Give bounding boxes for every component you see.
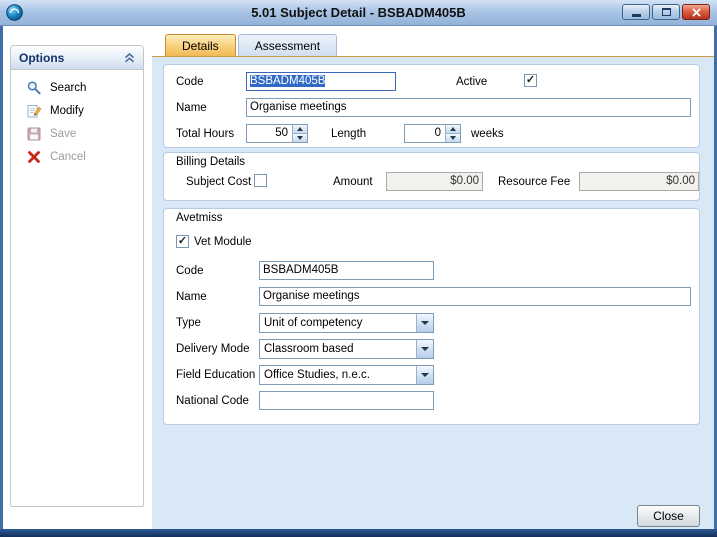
check-icon: ✓ [178, 236, 187, 247]
delivery-mode-select[interactable]: Classroom based [259, 339, 434, 359]
amount-input: $0.00 [386, 172, 483, 191]
name-label: Name [176, 102, 207, 114]
tabstrip: Details Assessment [152, 26, 714, 57]
sidebar: Options Search [3, 26, 152, 529]
cancel-icon [26, 149, 42, 165]
avetmiss-name-input[interactable]: Organise meetings [259, 287, 691, 306]
active-label: Active [456, 76, 487, 88]
dropdown-arrow-icon [421, 373, 429, 377]
vet-module-checkbox[interactable]: ✓ [176, 235, 189, 248]
close-window-button[interactable] [682, 4, 710, 20]
avetmiss-code-label: Code [176, 265, 204, 277]
code-selected-text: BSBADM405B [250, 75, 325, 87]
billing-groupbox: Billing Details Subject Cost Amount $0.0… [163, 152, 700, 201]
tab-details[interactable]: Details [165, 34, 236, 56]
length-spinner[interactable]: 0 [404, 124, 461, 143]
subject-cost-checkbox[interactable] [254, 174, 267, 187]
sidebar-item-save[interactable]: Save [11, 122, 143, 145]
weeks-label: weeks [471, 128, 504, 140]
resource-fee-label: Resource Fee [498, 176, 570, 188]
restore-icon [662, 8, 671, 16]
combo-arrow-button[interactable] [416, 366, 433, 384]
dropdown-arrow-icon [421, 321, 429, 325]
total-hours-value: 50 [247, 125, 292, 142]
subject-cost-label: Subject Cost [186, 176, 251, 188]
details-tab-content: Code BSBADM405B Active ✓ Name Organise m… [152, 57, 714, 529]
vet-module-label: Vet Module [194, 236, 252, 248]
spin-down-button[interactable] [293, 133, 307, 142]
save-icon [26, 126, 42, 142]
field-education-select[interactable]: Office Studies, n.e.c. [259, 365, 434, 385]
spin-up-button[interactable] [293, 125, 307, 133]
options-items: Search [11, 70, 143, 168]
avetmiss-code-input[interactable]: BSBADM405B [259, 261, 434, 280]
window-controls [622, 4, 710, 20]
sidebar-item-label: Cancel [50, 151, 86, 163]
combo-arrow-button[interactable] [416, 314, 433, 332]
type-select[interactable]: Unit of competency [259, 313, 434, 333]
close-icon [692, 8, 701, 17]
modify-icon [26, 103, 42, 119]
arrow-down-icon [297, 136, 303, 140]
dropdown-arrow-icon [421, 347, 429, 351]
spin-down-button[interactable] [446, 133, 460, 142]
options-header[interactable]: Options [11, 46, 143, 70]
options-panel: Options Search [10, 45, 144, 507]
length-value: 0 [405, 125, 445, 142]
spin-up-button[interactable] [446, 125, 460, 133]
active-checkbox[interactable]: ✓ [524, 74, 537, 87]
code-label: Code [176, 76, 204, 88]
sidebar-item-modify[interactable]: Modify [11, 99, 143, 122]
type-label: Type [176, 317, 201, 329]
main-panel: Details Assessment Code BSBADM405B Activ… [152, 26, 714, 529]
total-hours-spin-buttons [292, 125, 307, 142]
type-value: Unit of competency [260, 314, 416, 332]
amount-label: Amount [333, 176, 373, 188]
arrow-down-icon [450, 136, 456, 140]
sidebar-item-label: Search [50, 82, 86, 94]
close-button[interactable]: Close [637, 505, 700, 527]
minimize-icon [632, 14, 641, 17]
window-title: 5.01 Subject Detail - BSBADM405B [0, 5, 717, 20]
avetmiss-groupbox: Avetmiss ✓ Vet Module Code BSBADM405B Na… [163, 208, 700, 425]
billing-legend: Billing Details [176, 156, 245, 168]
field-education-value: Office Studies, n.e.c. [260, 366, 416, 384]
collapse-chevron-icon [124, 53, 135, 63]
titlebar[interactable]: 5.01 Subject Detail - BSBADM405B [0, 0, 717, 26]
avetmiss-name-label: Name [176, 291, 207, 303]
resource-fee-input: $0.00 [579, 172, 699, 191]
arrow-up-icon [297, 127, 303, 131]
client-area: Options Search [3, 26, 714, 529]
length-spin-buttons [445, 125, 460, 142]
length-label: Length [331, 128, 366, 140]
sidebar-item-cancel[interactable]: Cancel [11, 145, 143, 168]
restore-button[interactable] [652, 4, 680, 20]
window: 5.01 Subject Detail - BSBADM405B Options [0, 0, 717, 537]
total-hours-spinner[interactable]: 50 [246, 124, 308, 143]
sidebar-item-search[interactable]: Search [11, 76, 143, 99]
general-groupbox: Code BSBADM405B Active ✓ Name Organise m… [163, 64, 700, 148]
avetmiss-legend: Avetmiss [176, 212, 222, 224]
combo-arrow-button[interactable] [416, 340, 433, 358]
national-code-label: National Code [176, 395, 249, 407]
code-input[interactable]: BSBADM405B [246, 72, 396, 91]
sidebar-item-label: Save [50, 128, 76, 140]
options-title: Options [19, 51, 64, 65]
sidebar-item-label: Modify [50, 105, 84, 117]
delivery-mode-label: Delivery Mode [176, 343, 250, 355]
national-code-input[interactable] [259, 391, 434, 410]
tab-assessment[interactable]: Assessment [238, 34, 337, 56]
delivery-mode-value: Classroom based [260, 340, 416, 358]
arrow-up-icon [450, 127, 456, 131]
minimize-button[interactable] [622, 4, 650, 20]
bottom-frame [0, 529, 717, 537]
search-icon [26, 80, 42, 96]
field-education-label: Field Education [176, 369, 255, 381]
check-icon: ✓ [526, 75, 535, 86]
total-hours-label: Total Hours [176, 128, 234, 140]
name-input[interactable]: Organise meetings [246, 98, 691, 117]
